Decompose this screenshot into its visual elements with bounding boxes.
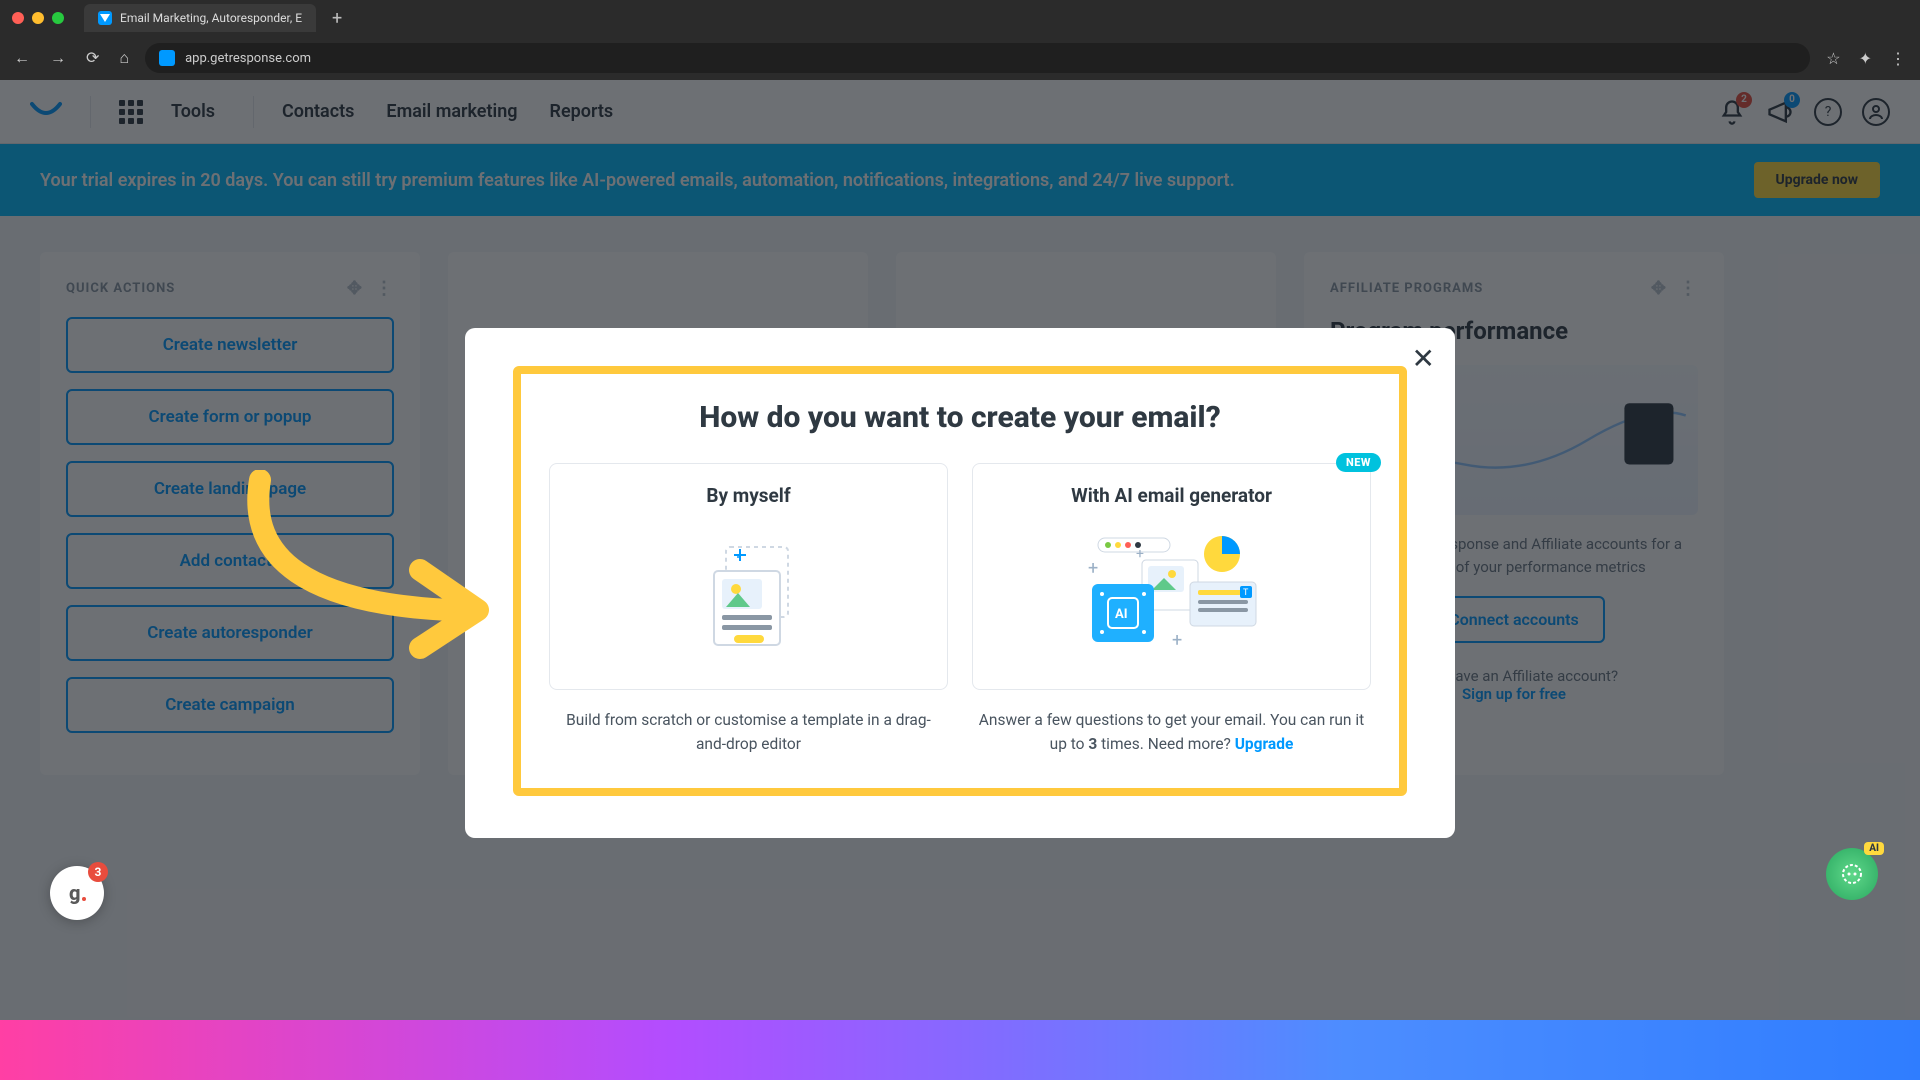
close-window-icon[interactable] <box>12 12 24 24</box>
back-icon[interactable]: ← <box>14 48 30 68</box>
upgrade-link[interactable]: Upgrade <box>1235 735 1294 753</box>
card-description: Build from scratch or customise a templa… <box>549 708 948 756</box>
reload-icon[interactable]: ⟳ <box>86 48 99 68</box>
svg-text:AI: AI <box>1115 607 1128 622</box>
close-modal-button[interactable]: ✕ <box>1412 342 1435 375</box>
card-title: By myself <box>566 484 931 507</box>
forward-icon[interactable]: → <box>50 48 66 68</box>
new-badge: NEW <box>1336 453 1381 472</box>
svg-text:+: + <box>1136 546 1144 562</box>
option-ai-generator: NEW With AI email generator <box>972 463 1371 756</box>
svg-text:g: g <box>69 881 80 905</box>
browser-url-bar: ← → ⟳ ⌂ app.getresponse.com ☆ ✦ ⋮ <box>0 36 1920 80</box>
browser-menu-icon[interactable]: ⋮ <box>1890 49 1906 68</box>
svg-text:T: T <box>1243 588 1249 598</box>
site-icon <box>159 50 175 66</box>
home-icon[interactable]: ⌂ <box>119 48 129 68</box>
bottom-gradient-bar <box>0 1020 1920 1080</box>
minimize-window-icon[interactable] <box>32 12 44 24</box>
card-by-myself[interactable]: By myself <box>549 463 948 690</box>
window-controls <box>12 12 64 24</box>
browser-tab-bar: Email Marketing, Autoresponder, E + <box>0 0 1920 36</box>
svg-text:+: + <box>1172 630 1182 651</box>
ai-chat-button[interactable]: AI <box>1826 848 1878 900</box>
g-widget-icon[interactable]: g 3 <box>50 866 104 920</box>
option-by-myself: By myself <box>549 463 948 756</box>
modal-title: How do you want to create your email? <box>549 400 1371 435</box>
browser-tab[interactable]: Email Marketing, Autoresponder, E <box>84 4 316 32</box>
url-input[interactable]: app.getresponse.com <box>145 43 1810 73</box>
create-email-modal: ✕ How do you want to create your email? … <box>465 328 1455 838</box>
card-description: Answer a few questions to get your email… <box>972 708 1371 756</box>
url-text: app.getresponse.com <box>185 51 311 66</box>
bookmark-star-icon[interactable]: ☆ <box>1826 49 1840 68</box>
ai-chat-badge: AI <box>1864 842 1884 855</box>
ai-illustration-icon: AI T + + + <box>989 525 1354 665</box>
new-tab-button[interactable]: + <box>324 8 350 29</box>
g-widget-badge: 3 <box>88 862 108 882</box>
modal-highlight-frame: How do you want to create your email? By… <box>513 366 1407 796</box>
app-root: Tools Contacts Email marketing Reports 2… <box>0 80 1920 1020</box>
extensions-icon[interactable]: ✦ <box>1859 49 1872 68</box>
maximize-window-icon[interactable] <box>52 12 64 24</box>
template-illustration-icon <box>566 525 931 665</box>
svg-text:+: + <box>1088 558 1098 579</box>
card-title: With AI email generator <box>989 484 1354 507</box>
tab-title: Email Marketing, Autoresponder, E <box>120 11 302 25</box>
card-ai-generator[interactable]: With AI email generator <box>972 463 1371 690</box>
site-favicon-icon <box>98 11 112 25</box>
